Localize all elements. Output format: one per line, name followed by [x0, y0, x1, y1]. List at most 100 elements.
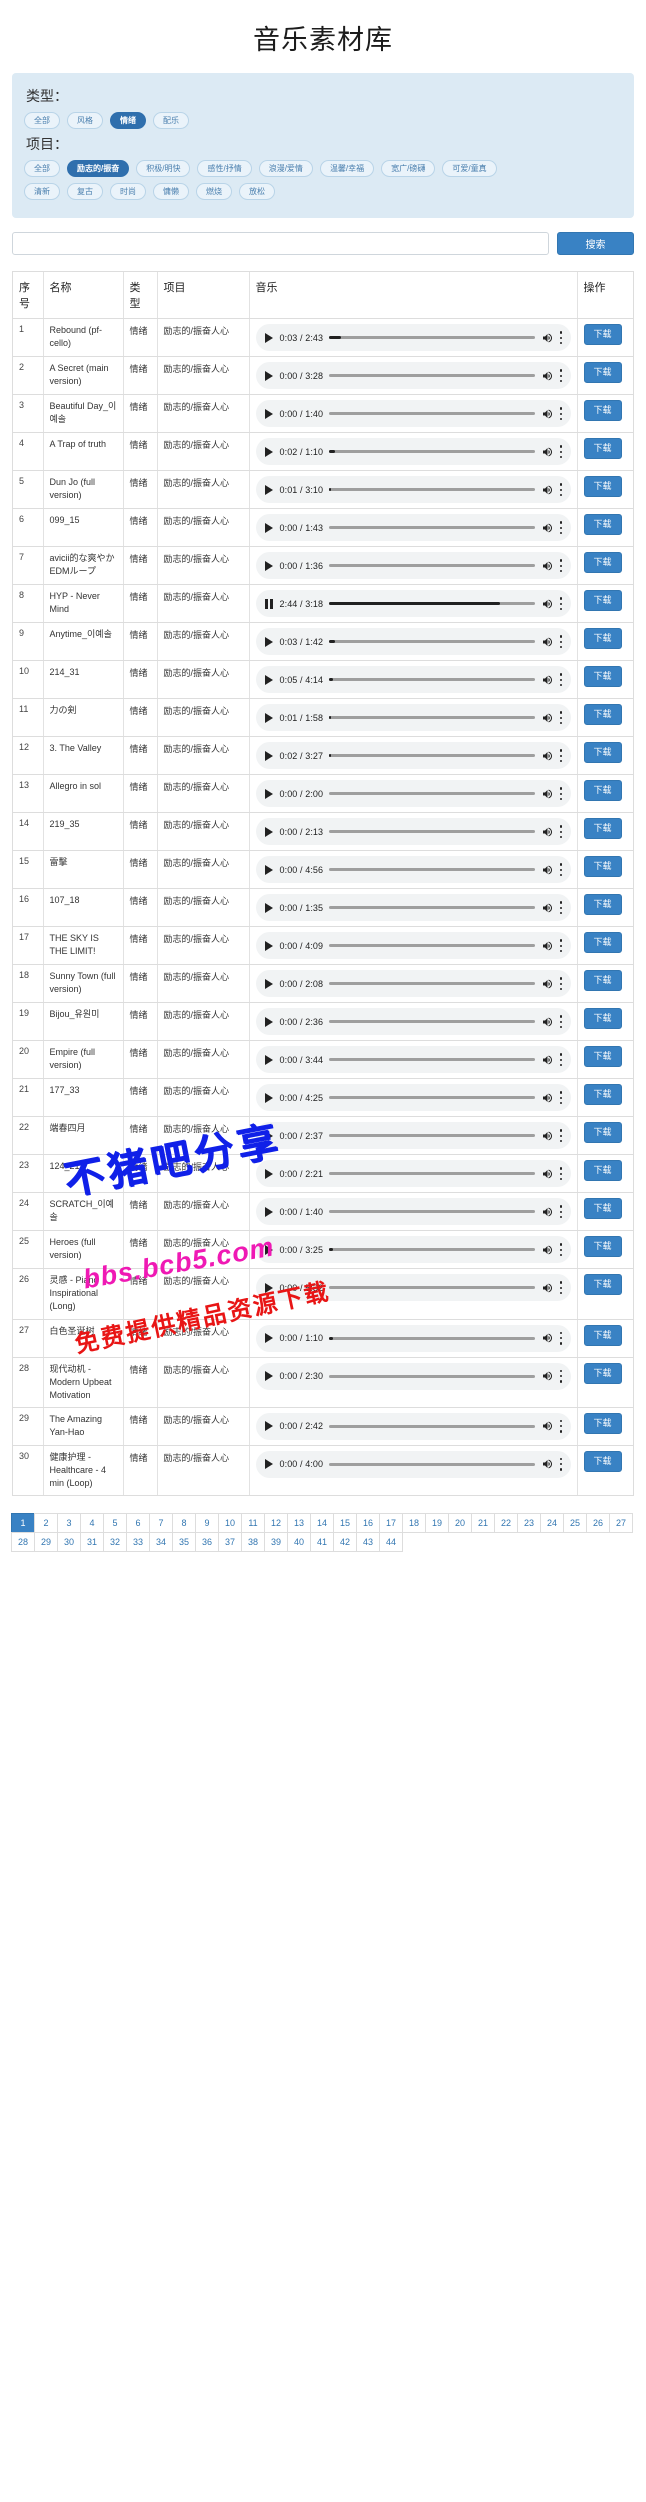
more-options-icon[interactable]: [559, 1369, 563, 1383]
more-options-icon[interactable]: [559, 673, 563, 687]
page-link-41[interactable]: 41: [310, 1531, 334, 1552]
more-options-icon[interactable]: [559, 1091, 563, 1105]
play-icon[interactable]: [264, 370, 274, 381]
more-options-icon[interactable]: [559, 597, 563, 611]
play-icon[interactable]: [264, 978, 274, 989]
page-link-27[interactable]: 27: [609, 1512, 633, 1533]
download-button[interactable]: 下载: [583, 552, 622, 574]
play-icon[interactable]: [264, 1206, 274, 1217]
play-icon[interactable]: [264, 902, 274, 913]
play-icon[interactable]: [264, 1168, 274, 1179]
more-options-icon[interactable]: [559, 521, 563, 535]
download-button[interactable]: 下载: [583, 476, 622, 498]
project-tag-1[interactable]: 励志的/振奋: [67, 160, 130, 178]
more-options-icon[interactable]: [559, 369, 563, 383]
audio-seek-bar[interactable]: [329, 488, 535, 492]
project-tag-6[interactable]: 宽广/磅礴: [381, 160, 436, 178]
audio-seek-bar[interactable]: [329, 1172, 535, 1176]
download-button[interactable]: 下载: [583, 1450, 622, 1472]
page-link-13[interactable]: 13: [287, 1512, 311, 1533]
page-link-30[interactable]: 30: [57, 1531, 81, 1552]
more-options-icon[interactable]: [559, 711, 563, 725]
download-button[interactable]: 下载: [583, 894, 622, 916]
download-button[interactable]: 下载: [583, 932, 622, 954]
volume-icon[interactable]: [541, 1370, 554, 1382]
audio-seek-bar[interactable]: [329, 526, 535, 530]
play-icon[interactable]: [264, 446, 274, 457]
more-options-icon[interactable]: [559, 1129, 563, 1143]
more-options-icon[interactable]: [559, 407, 563, 421]
play-icon[interactable]: [264, 1244, 274, 1255]
more-options-icon[interactable]: [559, 635, 563, 649]
page-link-44[interactable]: 44: [379, 1531, 403, 1552]
volume-icon[interactable]: [541, 370, 554, 382]
page-link-19[interactable]: 19: [425, 1512, 449, 1533]
project-tag-3[interactable]: 感性/抒情: [197, 160, 252, 178]
page-link-32[interactable]: 32: [103, 1531, 127, 1552]
page-link-3[interactable]: 3: [57, 1512, 81, 1533]
project-tag-b-1[interactable]: 复古: [67, 183, 103, 201]
project-tag-b-3[interactable]: 慵懒: [153, 183, 189, 201]
audio-seek-bar[interactable]: [329, 412, 535, 416]
page-link-6[interactable]: 6: [126, 1512, 150, 1533]
download-button[interactable]: 下载: [583, 590, 622, 612]
type-tag-0[interactable]: 全部: [24, 112, 60, 130]
page-link-26[interactable]: 26: [586, 1512, 610, 1533]
audio-seek-bar[interactable]: [329, 868, 535, 872]
page-link-36[interactable]: 36: [195, 1531, 219, 1552]
audio-seek-bar[interactable]: [329, 1286, 535, 1290]
volume-icon[interactable]: [541, 598, 554, 610]
audio-seek-bar[interactable]: [329, 640, 535, 644]
play-icon[interactable]: [264, 788, 274, 799]
more-options-icon[interactable]: [559, 787, 563, 801]
page-link-14[interactable]: 14: [310, 1512, 334, 1533]
page-link-29[interactable]: 29: [34, 1531, 58, 1552]
page-link-25[interactable]: 25: [563, 1512, 587, 1533]
volume-icon[interactable]: [541, 940, 554, 952]
type-tag-3[interactable]: 配乐: [153, 112, 189, 130]
audio-seek-bar[interactable]: [329, 1020, 535, 1024]
download-button[interactable]: 下载: [583, 1324, 622, 1346]
page-link-10[interactable]: 10: [218, 1512, 242, 1533]
play-icon[interactable]: [264, 1054, 274, 1065]
play-icon[interactable]: [264, 750, 274, 761]
play-icon[interactable]: [264, 560, 274, 571]
project-tag-7[interactable]: 可爱/童真: [442, 160, 497, 178]
project-tag-5[interactable]: 温馨/幸福: [319, 160, 375, 178]
download-button[interactable]: 下载: [583, 666, 622, 688]
play-icon[interactable]: [264, 940, 274, 951]
audio-seek-bar[interactable]: [329, 792, 535, 796]
page-link-35[interactable]: 35: [172, 1531, 196, 1552]
audio-seek-bar[interactable]: [329, 1248, 535, 1252]
play-icon[interactable]: [264, 712, 274, 723]
volume-icon[interactable]: [541, 408, 554, 420]
download-button[interactable]: 下载: [583, 970, 622, 992]
download-button[interactable]: 下载: [583, 362, 622, 384]
volume-icon[interactable]: [541, 1420, 554, 1432]
play-icon[interactable]: [264, 484, 274, 495]
play-icon[interactable]: [264, 1459, 274, 1470]
play-icon[interactable]: [264, 1092, 274, 1103]
play-icon[interactable]: [264, 864, 274, 875]
audio-seek-bar[interactable]: [329, 1096, 535, 1100]
audio-seek-bar[interactable]: [329, 336, 535, 340]
download-button[interactable]: 下载: [583, 1046, 622, 1068]
volume-icon[interactable]: [541, 560, 554, 572]
project-tag-0[interactable]: 全部: [24, 160, 60, 178]
download-button[interactable]: 下载: [583, 1236, 622, 1258]
play-icon[interactable]: [264, 522, 274, 533]
download-button[interactable]: 下载: [583, 1122, 622, 1144]
volume-icon[interactable]: [541, 1130, 554, 1142]
page-link-1[interactable]: 1: [11, 1512, 35, 1533]
more-options-icon[interactable]: [559, 1281, 563, 1295]
audio-seek-bar[interactable]: [329, 564, 535, 568]
volume-icon[interactable]: [541, 332, 554, 344]
play-icon[interactable]: [264, 1333, 274, 1344]
audio-seek-bar[interactable]: [329, 374, 535, 378]
download-button[interactable]: 下载: [583, 1198, 622, 1220]
volume-icon[interactable]: [541, 902, 554, 914]
volume-icon[interactable]: [541, 788, 554, 800]
pause-icon[interactable]: [264, 598, 274, 609]
page-link-28[interactable]: 28: [11, 1531, 35, 1552]
page-link-34[interactable]: 34: [149, 1531, 173, 1552]
